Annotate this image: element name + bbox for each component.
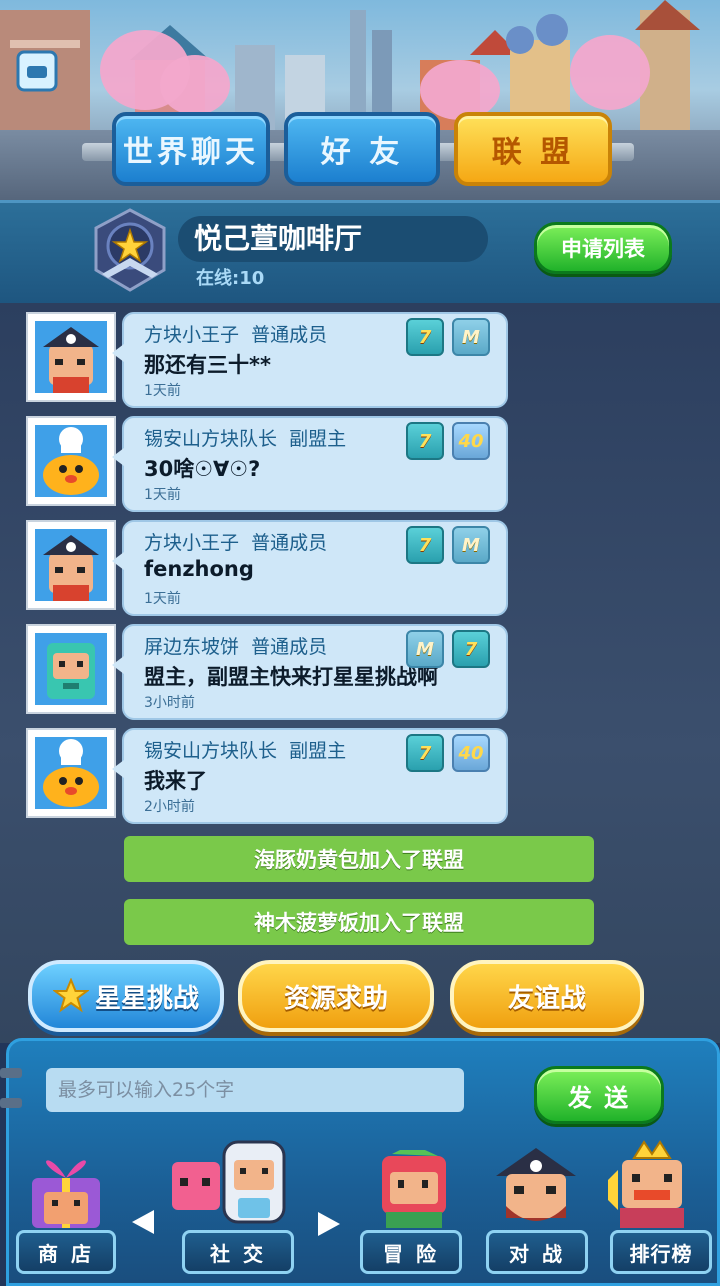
rank-badge-icon: M — [452, 526, 490, 564]
nav-adventure[interactable]: 冒 险 — [360, 1230, 462, 1274]
message-sender[interactable]: 锡安山方块队长 副盟主 — [144, 424, 346, 451]
system-message: 神木菠萝饭加入了联盟 — [124, 899, 594, 945]
chat-message: 屏边东坡饼 普通成员 盟主，副盟主快来打星星挑战啊 3小时前 M 7 — [112, 624, 508, 720]
message-text: 我来了 — [144, 769, 207, 793]
chef-avatar-icon — [35, 425, 107, 497]
robot-avatar-icon — [35, 633, 107, 705]
avatar[interactable] — [28, 730, 114, 816]
avatar[interactable] — [28, 314, 114, 400]
nav-ranking[interactable]: 排行榜 — [610, 1230, 712, 1274]
send-button[interactable]: 发 送 — [534, 1066, 664, 1124]
star-icon — [52, 978, 89, 1013]
tab-alliance[interactable]: 联 盟 — [454, 112, 612, 186]
ranking-king-icon — [608, 1140, 684, 1228]
pirate-avatar-icon — [35, 321, 107, 393]
message-sender[interactable]: 锡安山方块队长 副盟主 — [144, 736, 346, 763]
chef-avatar-icon — [35, 737, 107, 809]
star-challenge-button[interactable]: 星星挑战 — [28, 960, 224, 1032]
avatar[interactable] — [28, 626, 114, 712]
social-characters-icon — [172, 1140, 286, 1224]
message-time: 3小时前 — [144, 695, 195, 711]
message-text: 盟主，副盟主快来打星星挑战啊 — [144, 665, 438, 689]
avatar[interactable] — [28, 522, 114, 608]
side-handle — [0, 1068, 22, 1078]
level-badge-icon: 7 — [406, 318, 444, 356]
rank-badge-icon: 40 — [452, 422, 490, 460]
nav-social[interactable]: 社 交 — [182, 1230, 294, 1274]
level-badge-icon: 7 — [406, 526, 444, 564]
guild-emblem-icon — [94, 208, 166, 292]
system-message: 海豚奶黄包加入了联盟 — [124, 836, 594, 882]
friendly-battle-button[interactable]: 友谊战 — [450, 960, 644, 1032]
message-sender[interactable]: 方块小王子 普通成员 — [144, 320, 327, 347]
tab-friends[interactable]: 好 友 — [284, 112, 440, 186]
level-badge-icon: 7 — [452, 630, 490, 668]
apply-list-button[interactable]: 申请列表 — [534, 222, 672, 274]
nav-shop[interactable]: 商 店 — [16, 1230, 116, 1274]
adventure-character-icon — [382, 1150, 446, 1228]
arrow-right-icon[interactable] — [318, 1212, 340, 1236]
tab-world-chat[interactable]: 世界聊天 — [112, 112, 270, 186]
chat-message: 锡安山方块队长 副盟主 我来了 2小时前 7 40 — [112, 728, 508, 824]
message-time: 2小时前 — [144, 799, 195, 815]
rank-badge-icon: M — [406, 630, 444, 668]
avatar[interactable] — [28, 418, 114, 504]
message-time: 1天前 — [144, 591, 181, 607]
arrow-left-icon[interactable] — [132, 1210, 154, 1234]
chat-input[interactable] — [46, 1068, 464, 1112]
level-badge-icon: 7 — [406, 422, 444, 460]
message-text: 那还有三十** — [144, 353, 271, 377]
resource-help-button[interactable]: 资源求助 — [238, 960, 434, 1032]
battle-pirate-icon — [496, 1148, 576, 1221]
nav-battle[interactable]: 对 战 — [486, 1230, 588, 1274]
chat-message: 方块小王子 普通成员 那还有三十** 1天前 7 M — [112, 312, 508, 408]
level-badge-icon: 7 — [406, 734, 444, 772]
side-handle — [0, 1098, 22, 1108]
chat-message: 锡安山方块队长 副盟主 30啥☉∀☉? 1天前 7 40 — [112, 416, 508, 512]
shop-gift-icon — [32, 1160, 100, 1228]
rank-badge-icon: M — [452, 318, 490, 356]
star-challenge-label: 星星挑战 — [94, 983, 199, 1014]
guild-online-count: 在线:10 — [196, 268, 265, 289]
pirate-avatar-icon — [35, 529, 107, 601]
message-sender[interactable]: 屏边东坡饼 普通成员 — [144, 632, 327, 659]
message-text: 30啥☉∀☉? — [144, 457, 261, 481]
message-time: 1天前 — [144, 487, 181, 503]
message-sender[interactable]: 方块小王子 普通成员 — [144, 528, 327, 555]
message-time: 1天前 — [144, 383, 181, 399]
chat-message: 方块小王子 普通成员 fenzhong 1天前 7 M — [112, 520, 508, 616]
message-text: fenzhong — [144, 557, 254, 581]
rank-badge-icon: 40 — [452, 734, 490, 772]
guild-name: 悦己萱咖啡厅 — [194, 222, 363, 255]
